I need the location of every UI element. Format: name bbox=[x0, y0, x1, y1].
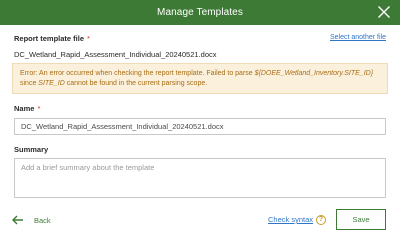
summary-textarea[interactable] bbox=[14, 158, 386, 198]
error-suffix: cannot be found in the current parsing s… bbox=[64, 80, 208, 87]
report-template-label: Report template file * bbox=[14, 34, 90, 43]
required-marker: * bbox=[87, 34, 90, 43]
error-middle: since bbox=[20, 80, 39, 87]
dialog-title: Manage Templates bbox=[157, 7, 243, 18]
arrow-left-icon bbox=[12, 215, 23, 225]
name-label-text: Name bbox=[14, 104, 35, 113]
error-expression: ${DOEE_Wetland_Inventory.SITE_ID} bbox=[254, 70, 374, 77]
template-filename: DC_Wetland_Rapid_Assessment_Individual_2… bbox=[14, 50, 217, 59]
back-label: Back bbox=[34, 215, 51, 225]
back-button[interactable]: Back bbox=[12, 214, 51, 226]
question-circle-icon[interactable]: ? bbox=[316, 215, 326, 225]
check-syntax-link[interactable]: Check syntax bbox=[268, 215, 313, 224]
dialog-header: Manage Templates bbox=[0, 0, 400, 25]
report-template-label-text: Report template file bbox=[14, 34, 85, 43]
error-prefix: Error: An error occurred when checking t… bbox=[20, 70, 255, 77]
name-input[interactable] bbox=[14, 118, 386, 135]
name-label: Name * bbox=[14, 104, 40, 113]
required-marker: * bbox=[37, 104, 41, 113]
close-icon[interactable] bbox=[377, 5, 391, 19]
error-alert: Error: An error occurred when checking t… bbox=[12, 63, 388, 94]
select-another-file-link[interactable]: Select another file bbox=[330, 34, 386, 41]
error-field: SITE_ID bbox=[38, 80, 65, 87]
summary-label: Summary bbox=[14, 145, 49, 154]
save-button[interactable]: Save bbox=[336, 209, 386, 230]
